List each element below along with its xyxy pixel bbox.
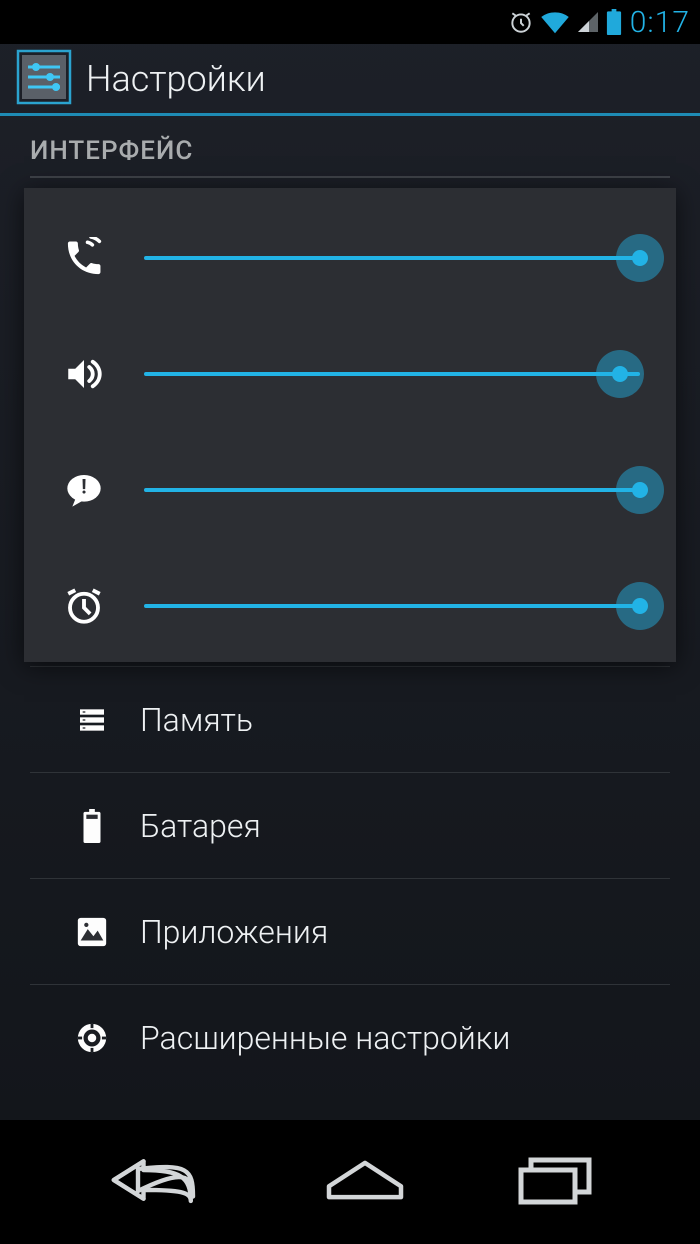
divider (30, 176, 670, 178)
section-header-interface: ИНТЕРФЕЙС (0, 116, 700, 176)
home-button[interactable] (320, 1155, 410, 1209)
volume-slider-ringer[interactable] (144, 238, 640, 278)
list-item-storage[interactable]: Память (30, 666, 670, 772)
volume-slider-alarm[interactable] (144, 586, 640, 626)
speaker-icon (54, 353, 114, 395)
cell-signal-icon (576, 10, 600, 34)
volume-slider-notification[interactable] (144, 470, 640, 510)
volume-row-ringer (54, 222, 640, 294)
settings-list: Память Батарея Приложения Расширенные на… (0, 666, 700, 1090)
alarm-icon (508, 9, 534, 35)
list-item-label: Приложения (140, 913, 328, 951)
battery-icon (606, 9, 622, 35)
volume-row-notification: ! (54, 454, 640, 526)
battery-icon (72, 809, 112, 843)
title-bar: Настройки (0, 44, 700, 116)
svg-text:!: ! (81, 474, 86, 498)
back-button[interactable] (105, 1152, 215, 1212)
wifi-icon (540, 9, 570, 35)
volume-row-media (54, 338, 640, 410)
volume-slider-media[interactable] (144, 354, 640, 394)
nav-bar (0, 1120, 700, 1244)
list-item-label: Память (140, 701, 253, 739)
storage-icon (72, 704, 112, 736)
volume-row-alarm (54, 570, 640, 642)
list-item-battery[interactable]: Батарея (30, 772, 670, 878)
status-bar: 0:17 (0, 0, 700, 44)
phone-icon (54, 237, 114, 279)
settings-icon (16, 49, 72, 109)
gear-icon (72, 1021, 112, 1055)
page-title: Настройки (86, 58, 266, 100)
list-item-label: Расширенные настройки (140, 1019, 510, 1057)
apps-icon (72, 915, 112, 949)
list-item-apps[interactable]: Приложения (30, 878, 670, 984)
list-item-advanced[interactable]: Расширенные настройки (30, 984, 670, 1090)
recent-apps-button[interactable] (515, 1152, 595, 1212)
clock: 0:17 (630, 5, 690, 40)
notification-icon: ! (54, 470, 114, 510)
list-item-label: Батарея (140, 807, 261, 845)
volume-dialog: ! (24, 188, 676, 662)
alarm-icon (54, 585, 114, 627)
